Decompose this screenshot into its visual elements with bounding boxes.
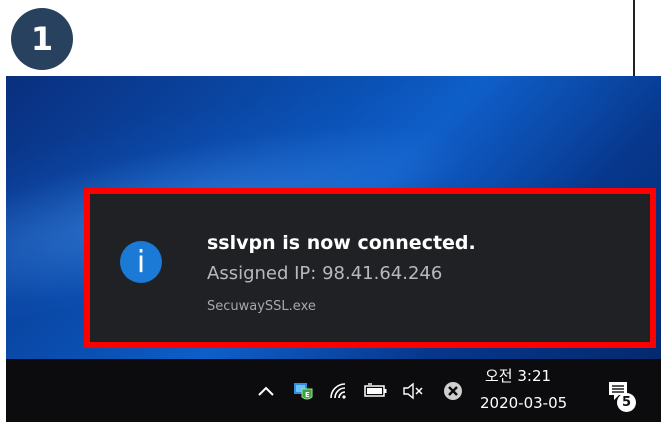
desktop-screenshot: i sslvpn is now connected. Assigned IP: … <box>6 76 661 422</box>
info-icon: i <box>120 241 162 283</box>
clock-time[interactable]: 오전 3:21 <box>485 365 551 386</box>
toast-app-name: SecuwaySSL.exe <box>207 299 316 314</box>
toast-title: sslvpn is now connected. <box>207 232 476 254</box>
vpn-shield-icon[interactable]: E <box>288 359 318 422</box>
toast-body: Assigned IP: 98.41.64.246 <box>207 263 443 284</box>
clock-date[interactable]: 2020-03-05 <box>480 394 567 412</box>
taskbar: E 오전 3:21 2020-03-05 5 <box>6 359 661 422</box>
step-number: 1 <box>30 20 54 58</box>
wifi-icon[interactable] <box>324 359 354 422</box>
battery-icon[interactable] <box>360 359 392 422</box>
divider-line <box>633 0 635 76</box>
vpn-connected-toast[interactable]: i sslvpn is now connected. Assigned IP: … <box>84 188 656 348</box>
svg-text:E: E <box>305 391 310 399</box>
speaker-muted-icon[interactable] <box>398 359 430 422</box>
notification-count-badge: 5 <box>617 393 636 412</box>
step-badge: 1 <box>11 8 73 70</box>
chevron-up-icon[interactable] <box>252 359 280 422</box>
x-circle-icon[interactable] <box>438 359 468 422</box>
action-center-icon[interactable] <box>601 359 635 422</box>
